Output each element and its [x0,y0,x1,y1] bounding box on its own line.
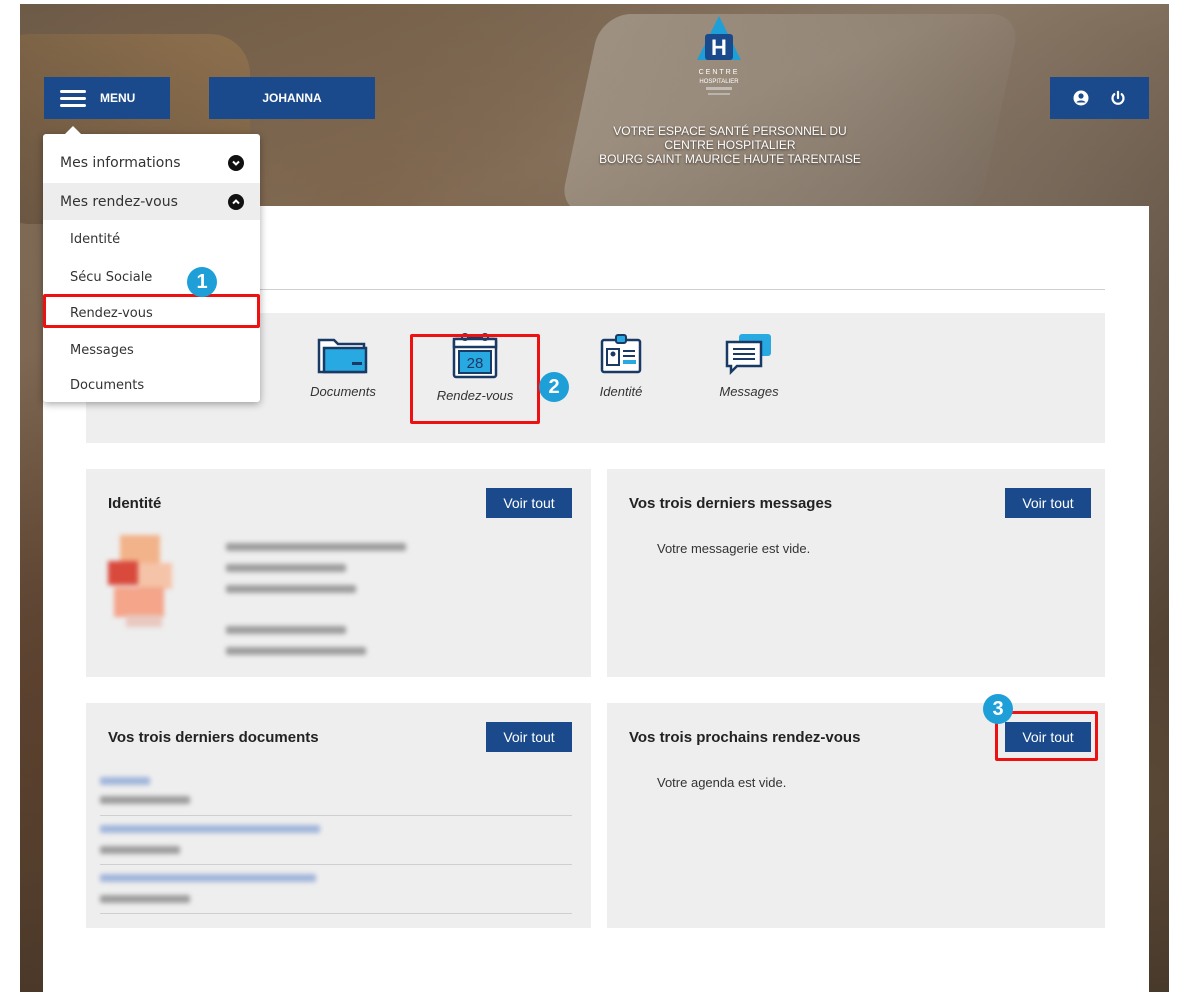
title-line-3: BOURG SAINT MAURICE HAUTE TARENTAISE [599,152,861,166]
chevron-up-icon [228,193,244,210]
step-badge-2: 2 [539,372,569,402]
highlight-menu-rendez-vous [43,294,260,328]
menu-group-label: Mes rendez-vous [60,193,178,210]
divider [100,815,572,816]
portal-title: VOTRE ESPACE SANTÉ PERSONNEL DU CENTRE H… [540,124,920,166]
menu-group-label: Mes informations [60,154,181,171]
shortcut-identite[interactable]: Identité [566,332,676,399]
shortcut-label: Identité [599,384,643,399]
menu-item-messages[interactable]: Messages [70,343,134,358]
menu-button[interactable]: MENU [44,77,170,119]
user-profile-icon[interactable] [1073,90,1089,106]
menu-item-documents[interactable]: Documents [70,378,144,393]
menu-group-mes-informations[interactable]: Mes informations [43,144,260,181]
identity-card: Identité Voir tout [86,469,591,677]
id-card-icon [600,334,642,374]
empty-messages-text: Votre messagerie est vide. [657,541,811,556]
user-button[interactable]: JOHANNA [209,77,375,119]
step-badge-3: 3 [983,694,1013,724]
card-title: Vos trois derniers documents [108,729,319,746]
card-title: Vos trois prochains rendez-vous [629,729,861,746]
highlight-shortcut-rendez-vous [410,334,540,424]
svg-text:HOSPITALIER: HOSPITALIER [699,79,739,85]
voir-tout-messages-button[interactable]: Voir tout [1005,488,1091,518]
power-icon[interactable] [1110,90,1126,106]
chevron-down-icon [228,154,244,171]
voir-tout-documents-button[interactable]: Voir tout [486,722,572,752]
menu-label: MENU [100,91,136,105]
menu-dropdown: Mes informations Mes rendez-vous Identit… [43,126,260,402]
avatar [106,531,176,629]
hospital-logo: H CENTRE HOSPITALIER [693,14,745,102]
title-line-2: CENTRE HOSPITALIER [664,138,796,152]
svg-text:H: H [711,35,727,60]
menu-group-mes-rendez-vous[interactable]: Mes rendez-vous [43,183,260,220]
messages-icon [725,334,771,376]
background-photo: MENU JOHANNA H CENTRE HOSPITALIER VOTRE … [20,4,1169,992]
menu-item-identite[interactable]: Identité [70,232,120,247]
title-line-1: VOTRE ESPACE SANTÉ PERSONNEL DU [613,124,847,138]
voir-tout-identite-button[interactable]: Voir tout [486,488,572,518]
hamburger-icon [60,86,86,111]
card-title: Vos trois derniers messages [629,495,833,512]
shortcut-messages[interactable]: Messages [694,332,804,399]
shortcut-documents[interactable]: Documents [288,332,398,399]
documents-card: Vos trois derniers documents Voir tout [86,703,591,928]
shortcut-label: Messages [719,384,779,399]
folder-icon [317,338,368,374]
empty-agenda-text: Votre agenda est vide. [657,775,787,790]
shortcut-label: Documents [310,384,376,399]
highlight-voir-tout-rendez-vous [995,711,1098,761]
messages-card: Vos trois derniers messages Voir tout Vo… [607,469,1105,677]
card-title: Identité [108,495,162,512]
account-toolbar [1050,77,1149,119]
divider [100,913,572,914]
svg-text:CENTRE: CENTRE [699,69,740,76]
divider [100,864,572,865]
menu-item-secu-sociale[interactable]: Sécu Sociale [70,270,152,285]
step-badge-1: 1 [187,267,217,297]
